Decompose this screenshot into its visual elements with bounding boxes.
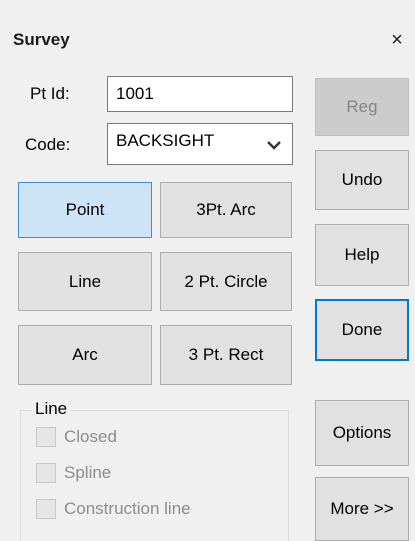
line-group-title: Line — [32, 399, 71, 419]
closed-label: Closed — [64, 427, 117, 446]
undo-button[interactable]: Undo — [315, 150, 409, 210]
pt-id-label: Pt Id: — [30, 84, 70, 103]
code-value: BACKSIGHT — [116, 131, 215, 150]
3pt-arc-button[interactable]: 3Pt. Arc — [160, 182, 292, 238]
construction-checkbox-row[interactable]: Construction line — [36, 498, 191, 520]
code-select[interactable]: BACKSIGHT — [107, 123, 293, 165]
options-button[interactable]: Options — [315, 400, 409, 466]
2pt-circle-button[interactable]: 2 Pt. Circle — [160, 252, 292, 311]
spline-label: Spline — [64, 463, 112, 482]
construction-line-label: Construction line — [64, 499, 191, 518]
close-icon[interactable]: × — [386, 29, 408, 51]
closed-checkbox-row[interactable]: Closed — [36, 426, 117, 448]
3pt-rect-button[interactable]: 3 Pt. Rect — [160, 325, 292, 385]
closed-checkbox[interactable] — [36, 427, 56, 447]
pt-id-input[interactable]: 1001 — [107, 76, 293, 112]
construction-line-checkbox[interactable] — [36, 499, 56, 519]
pt-id-value: 1001 — [116, 84, 154, 103]
spline-checkbox-row[interactable]: Spline — [36, 462, 111, 484]
chevron-down-icon — [267, 141, 281, 150]
spline-checkbox[interactable] — [36, 463, 56, 483]
point-button[interactable]: Point — [18, 182, 152, 238]
code-label: Code: — [25, 135, 71, 154]
reg-button[interactable]: Reg — [315, 78, 409, 136]
done-button[interactable]: Done — [315, 299, 409, 361]
help-button[interactable]: Help — [315, 224, 409, 286]
more-button[interactable]: More >> — [315, 477, 409, 541]
arc-button[interactable]: Arc — [18, 325, 152, 385]
line-button[interactable]: Line — [18, 252, 152, 311]
title-bar: Survey × — [0, 0, 415, 58]
window-title: Survey — [13, 30, 70, 49]
